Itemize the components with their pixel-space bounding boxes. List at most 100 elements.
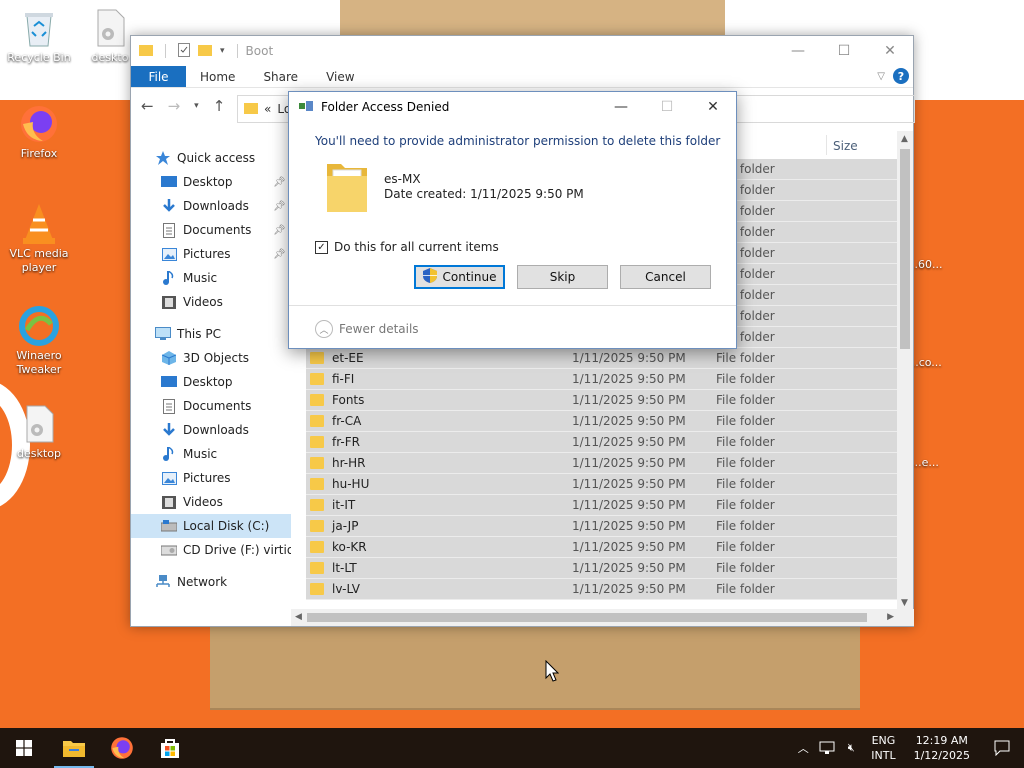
sidebar-item-documents[interactable]: Documents: [131, 394, 291, 418]
sidebar-item-this-pc[interactable]: This PC: [131, 322, 291, 346]
sidebar-item-network[interactable]: Network: [131, 570, 291, 594]
minimize-button[interactable]: —: [775, 36, 821, 66]
table-row[interactable]: fr-CA 1/11/2025 9:50 PM File folder: [306, 411, 901, 432]
scroll-right-icon[interactable]: ▶: [887, 612, 894, 622]
table-row[interactable]: ja-JP 1/11/2025 9:50 PM File folder: [306, 516, 901, 537]
tab-share[interactable]: Share: [249, 66, 312, 87]
column-divider[interactable]: [826, 135, 827, 155]
column-size[interactable]: Size: [833, 139, 858, 153]
close-button[interactable]: ✕: [867, 36, 913, 66]
sidebar-item-downloads[interactable]: Downloads: [131, 418, 291, 442]
back-arrow-icon[interactable]: ←: [141, 97, 154, 115]
file-name: Fonts: [332, 393, 365, 407]
sidebar-item-videos[interactable]: Videos: [131, 290, 291, 314]
breadcrumb-overflow[interactable]: «: [264, 102, 271, 116]
cancel-button[interactable]: Cancel: [620, 265, 711, 289]
sidebar-item-label: 3D Objects: [183, 351, 250, 365]
sidebar-item-music[interactable]: Music: [131, 266, 291, 290]
sidebar-item-cd-drive-f-virtio[interactable]: CD Drive (F:) virtio-: [131, 538, 291, 562]
scroll-down-icon[interactable]: ▼: [901, 598, 908, 608]
ribbon-tabs: File Home Share View ▽ ?: [131, 66, 913, 88]
scrollbar-thumb[interactable]: [900, 149, 910, 349]
file-date: 1/11/2025 9:50 PM: [572, 372, 686, 386]
chevron-up-icon[interactable]: ︿: [791, 740, 815, 756]
minimize-button[interactable]: —: [598, 92, 644, 122]
desktop-icon-winaero[interactable]: Winaero Tweaker: [4, 306, 74, 377]
taskbar-firefox[interactable]: [98, 728, 146, 768]
table-row[interactable]: hu-HU 1/11/2025 9:50 PM File folder: [306, 474, 901, 495]
expand-ribbon-icon[interactable]: ▽: [877, 71, 885, 82]
sidebar-item-label: Pictures: [183, 247, 231, 261]
computer-icon: [155, 326, 171, 342]
settings-file-icon: [90, 8, 130, 48]
scrollbar-thumb[interactable]: [307, 613, 867, 622]
desktop-icon-desktop[interactable]: desktop: [4, 404, 74, 461]
file-date: 1/11/2025 9:50 PM: [572, 351, 686, 365]
sidebar-item-quick-access[interactable]: Quick access: [131, 146, 291, 170]
file-date: 1/11/2025 9:50 PM: [572, 393, 686, 407]
maximize-button[interactable]: ☐: [821, 36, 867, 66]
help-icon[interactable]: ?: [893, 68, 909, 84]
wallpaper-box-top: [340, 0, 725, 40]
network-icon: [155, 574, 171, 590]
start-button[interactable]: [0, 728, 48, 768]
table-row[interactable]: Fonts 1/11/2025 9:50 PM File folder: [306, 390, 901, 411]
table-row[interactable]: fr-FR 1/11/2025 9:50 PM File folder: [306, 432, 901, 453]
tab-home[interactable]: Home: [186, 66, 249, 87]
sidebar-item-desktop[interactable]: Desktop: [131, 370, 291, 394]
sidebar-item-pictures[interactable]: Pictures 📌︎: [131, 242, 291, 266]
window-controls: — ☐ ✕: [775, 36, 913, 66]
file-type: File folder: [716, 435, 775, 449]
checkbox-checked-icon[interactable]: ✓: [315, 240, 328, 254]
chevron-down-icon[interactable]: ▾: [220, 46, 225, 56]
sidebar-item-music[interactable]: Music: [131, 442, 291, 466]
desktop-icon-vlc[interactable]: VLC media player: [4, 204, 74, 275]
close-button[interactable]: ✕: [690, 92, 736, 122]
sidebar-item-pictures[interactable]: Pictures: [131, 466, 291, 490]
sidebar-item-downloads[interactable]: Downloads 📌︎: [131, 194, 291, 218]
table-row[interactable]: et-EE 1/11/2025 9:50 PM File folder: [306, 348, 901, 369]
input-language[interactable]: ENG INTL: [871, 733, 895, 763]
properties-icon[interactable]: [178, 42, 190, 60]
apply-to-all-checkbox[interactable]: ✓ Do this for all current items: [315, 240, 499, 254]
table-row[interactable]: lt-LT 1/11/2025 9:50 PM File folder: [306, 558, 901, 579]
desktop-icon-label: Firefox: [20, 147, 58, 160]
network-icon[interactable]: [815, 741, 839, 755]
table-row[interactable]: hr-HR 1/11/2025 9:50 PM File folder: [306, 453, 901, 474]
taskbar-file-explorer[interactable]: [50, 728, 98, 768]
desktop-icon-firefox[interactable]: Firefox: [4, 104, 74, 161]
tab-file[interactable]: File: [131, 66, 186, 87]
sidebar-item-videos[interactable]: Videos: [131, 490, 291, 514]
continue-button[interactable]: Continue: [414, 265, 505, 289]
recent-locations-icon[interactable]: ▾: [194, 101, 199, 111]
desktop-icon-recycle-bin[interactable]: Recycle Bin: [4, 8, 74, 65]
file-date: 1/11/2025 9:50 PM: [572, 519, 686, 533]
scroll-up-icon[interactable]: ▲: [901, 134, 908, 144]
new-folder-icon[interactable]: [198, 44, 212, 59]
sidebar-item-3d-objects[interactable]: 3D Objects: [131, 346, 291, 370]
horizontal-scrollbar[interactable]: ◀ ▶: [291, 609, 914, 626]
sidebar-item-label: Quick access: [177, 151, 256, 165]
volume-muted-icon[interactable]: 🔇︎: [839, 741, 863, 755]
forward-arrow-icon[interactable]: →: [168, 97, 181, 115]
folder-icon: [310, 520, 324, 532]
notifications-icon[interactable]: [980, 740, 1024, 756]
sidebar-item-local-disk-c[interactable]: Local Disk (C:): [131, 514, 291, 538]
checkbox-label: Do this for all current items: [334, 240, 499, 254]
sidebar-item-desktop[interactable]: Desktop 📌︎: [131, 170, 291, 194]
sidebar-item-label: CD Drive (F:) virtio-: [183, 543, 291, 557]
table-row[interactable]: it-IT 1/11/2025 9:50 PM File folder: [306, 495, 901, 516]
skip-button[interactable]: Skip: [517, 265, 608, 289]
up-arrow-icon[interactable]: ↑: [213, 97, 226, 115]
clock[interactable]: 12:19 AM 1/12/2025: [914, 733, 970, 763]
vertical-scrollbar[interactable]: ▲ ▼: [897, 131, 913, 611]
taskbar-store[interactable]: [146, 728, 194, 768]
table-row[interactable]: ko-KR 1/11/2025 9:50 PM File folder: [306, 537, 901, 558]
pin-icon: 📌︎: [273, 224, 286, 236]
scroll-left-icon[interactable]: ◀: [295, 612, 302, 622]
sidebar-item-documents[interactable]: Documents 📌︎: [131, 218, 291, 242]
tab-view[interactable]: View: [312, 66, 368, 87]
fewer-details-toggle[interactable]: ︿ Fewer details: [315, 320, 419, 338]
table-row[interactable]: lv-LV 1/11/2025 9:50 PM File folder: [306, 579, 901, 600]
table-row[interactable]: fi-FI 1/11/2025 9:50 PM File folder: [306, 369, 901, 390]
